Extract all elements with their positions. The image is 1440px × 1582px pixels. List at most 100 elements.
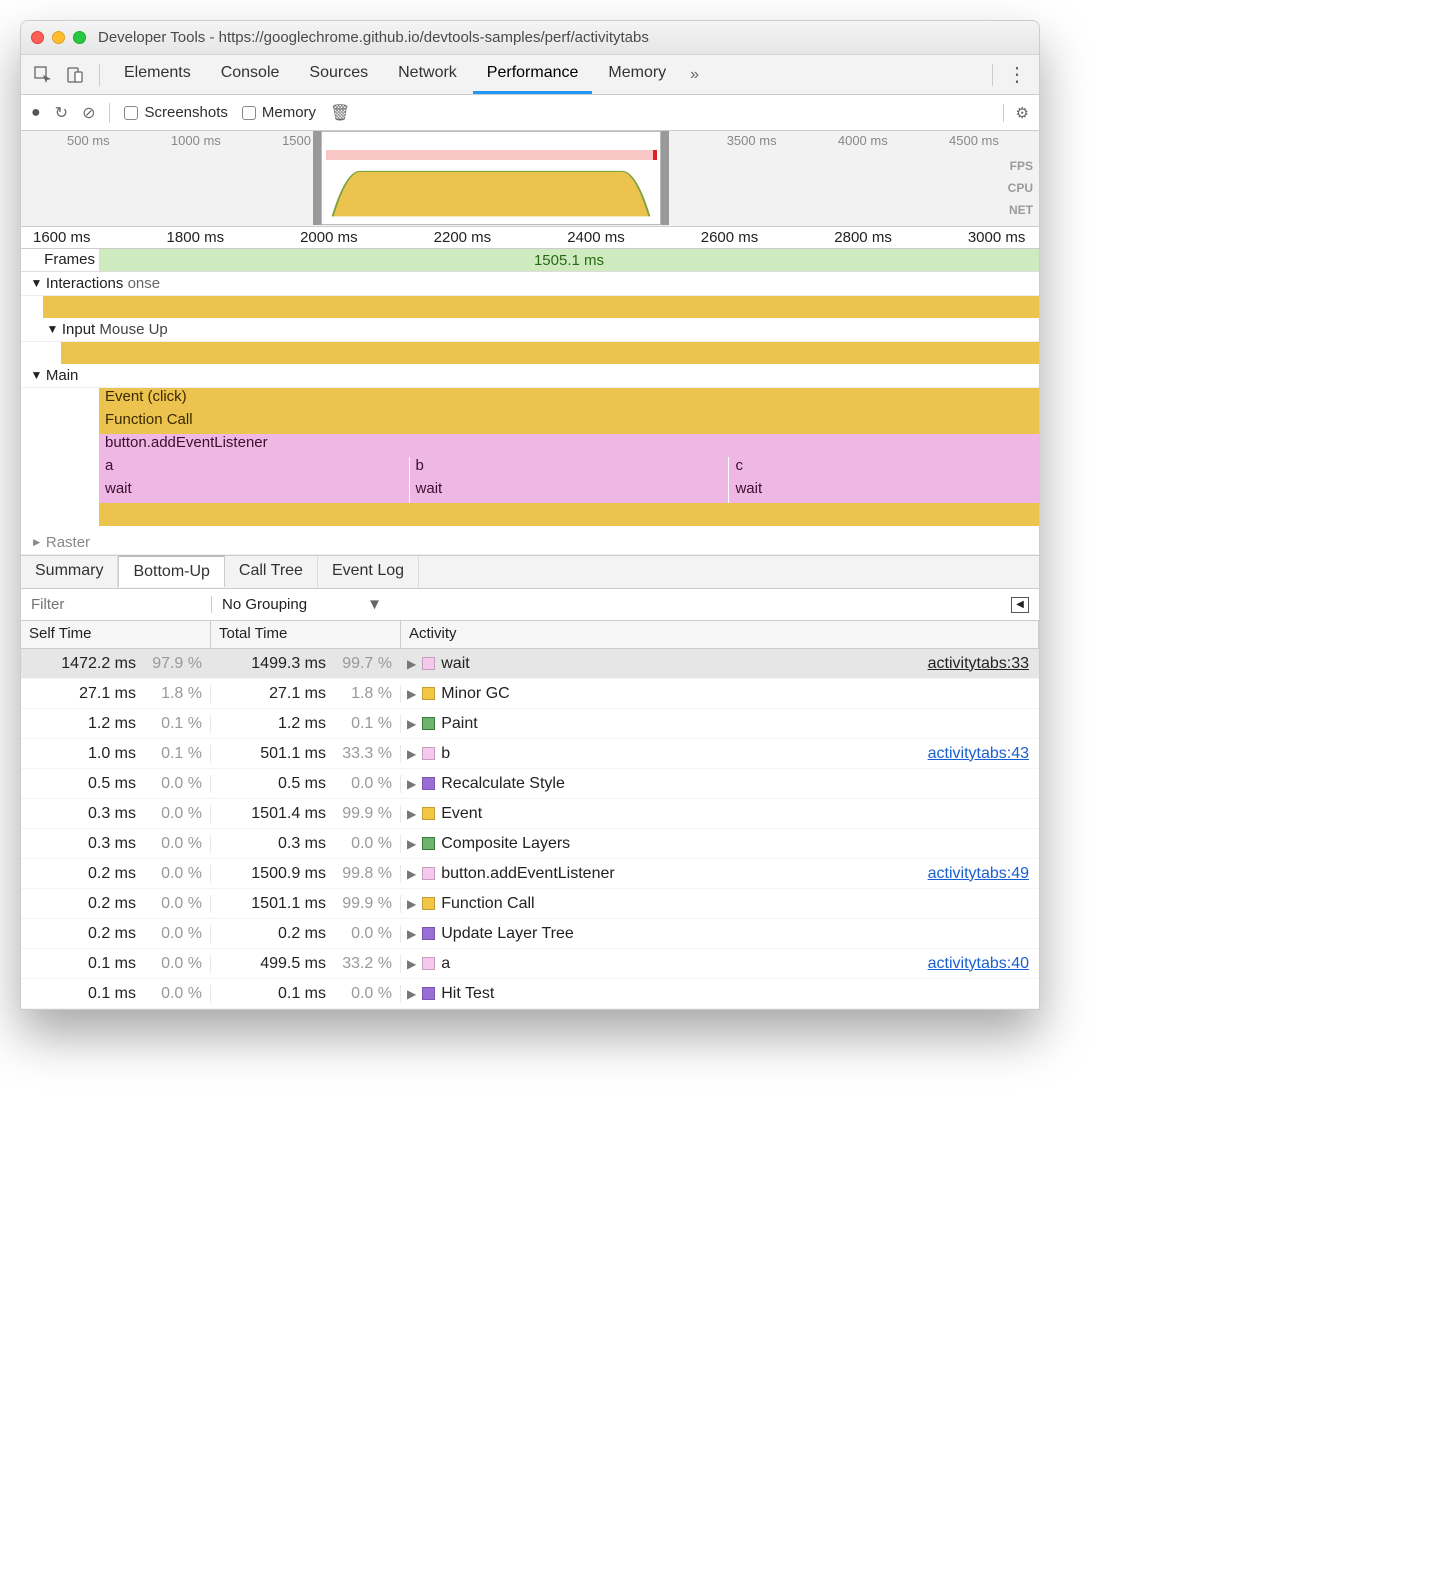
activity-swatch <box>422 777 435 790</box>
gear-icon[interactable]: ⚙ <box>1003 104 1029 122</box>
activity-swatch <box>422 837 435 850</box>
table-row[interactable]: 0.2 ms0.0 %1501.1 ms99.9 %▶Function Call <box>21 889 1039 919</box>
activity-swatch <box>422 867 435 880</box>
overview-handle-right[interactable] <box>661 131 669 225</box>
flame-cell[interactable]: wait <box>410 480 729 503</box>
activity-name: wait <box>441 655 469 673</box>
overflow-icon[interactable]: » <box>684 66 705 84</box>
grouping-select[interactable]: No Grouping▼ <box>211 596 392 613</box>
col-total[interactable]: Total Time <box>211 621 401 648</box>
activity-swatch <box>422 687 435 700</box>
flame-cell[interactable]: button.addEventListener <box>99 434 1039 457</box>
memory-label: Memory <box>262 104 316 121</box>
reload-icon[interactable]: ↻ <box>55 103 68 123</box>
table-row[interactable]: 1472.2 ms97.9 %1499.3 ms99.7 %▶waitactiv… <box>21 649 1039 679</box>
flame-cell[interactable]: a <box>99 457 409 480</box>
inspect-icon[interactable] <box>29 61 57 89</box>
table-header: Self Time Total Time Activity <box>21 621 1039 649</box>
overview-window[interactable] <box>321 131 661 225</box>
activity-name: Update Layer Tree <box>441 925 574 943</box>
memory-checkbox[interactable]: Memory <box>242 104 316 121</box>
activity-swatch <box>422 657 435 670</box>
zoom-icon[interactable] <box>73 31 86 44</box>
main-header[interactable]: ▼Main <box>21 364 1039 388</box>
interaction-bar[interactable] <box>43 296 1039 318</box>
cpu-graph <box>326 166 656 220</box>
activity-swatch <box>422 927 435 940</box>
btab-bottom-up[interactable]: Bottom-Up <box>118 555 224 587</box>
btab-summary[interactable]: Summary <box>21 556 118 588</box>
activity-swatch <box>422 807 435 820</box>
tab-elements[interactable]: Elements <box>110 55 205 94</box>
table-row[interactable]: 0.1 ms0.0 %0.1 ms0.0 %▶Hit Test <box>21 979 1039 1009</box>
tab-memory[interactable]: Memory <box>594 55 680 94</box>
frame-bar[interactable]: 1505.1 ms <box>99 249 1039 271</box>
btab-call-tree[interactable]: Call Tree <box>225 556 318 588</box>
close-icon[interactable] <box>31 31 44 44</box>
device-icon[interactable] <box>61 61 89 89</box>
flame-cell[interactable] <box>99 503 1039 526</box>
titlebar: Developer Tools - https://googlechrome.g… <box>21 21 1039 55</box>
perf-toolbar: ● ↻ ⊘ Screenshots Memory 🗑 ⚙ <box>21 95 1039 131</box>
table-row[interactable]: 0.1 ms0.0 %499.5 ms33.2 %▶aactivitytabs:… <box>21 949 1039 979</box>
table-row[interactable]: 27.1 ms1.8 %27.1 ms1.8 %▶Minor GC <box>21 679 1039 709</box>
raster-header[interactable]: ▼Raster <box>21 526 1039 555</box>
activity-name: Paint <box>441 715 477 733</box>
table-row[interactable]: 0.2 ms0.0 %1500.9 ms99.8 %▶button.addEve… <box>21 859 1039 889</box>
overview-handle-left[interactable] <box>313 131 321 225</box>
activity-swatch <box>422 957 435 970</box>
main-tabbar: ElementsConsoleSourcesNetworkPerformance… <box>21 55 1039 95</box>
source-link[interactable]: activitytabs:49 <box>928 865 1029 883</box>
activity-name: Function Call <box>441 895 534 913</box>
flame-cell[interactable]: wait <box>729 480 1039 503</box>
flame-cell[interactable]: wait <box>99 480 409 503</box>
table-row[interactable]: 0.3 ms0.0 %1501.4 ms99.9 %▶Event <box>21 799 1039 829</box>
collapse-icon[interactable]: ◀ <box>1011 597 1029 613</box>
screenshots-label: Screenshots <box>144 104 227 121</box>
flame-cell[interactable]: Event (click) <box>99 388 1039 411</box>
activity-swatch <box>422 987 435 1000</box>
input-bar[interactable] <box>61 342 1039 364</box>
table-row[interactable]: 1.2 ms0.1 %1.2 ms0.1 %▶Paint <box>21 709 1039 739</box>
activity-name: Composite Layers <box>441 835 570 853</box>
minimize-icon[interactable] <box>52 31 65 44</box>
record-icon[interactable]: ● <box>31 104 41 122</box>
menu-icon[interactable]: ⋮ <box>1003 62 1031 87</box>
traffic-lights <box>31 31 86 44</box>
flame-cell[interactable]: c <box>729 457 1039 480</box>
interactions-header[interactable]: ▼Interactions onse <box>21 272 1039 296</box>
source-link[interactable]: activitytabs:33 <box>928 655 1029 673</box>
screenshots-checkbox[interactable]: Screenshots <box>124 104 227 121</box>
tab-performance[interactable]: Performance <box>473 55 593 94</box>
col-self[interactable]: Self Time <box>21 621 211 648</box>
bottom-tabs: SummaryBottom-UpCall TreeEvent Log <box>21 555 1039 589</box>
window-title: Developer Tools - https://googlechrome.g… <box>98 29 649 46</box>
filter-input[interactable] <box>21 590 211 619</box>
tab-console[interactable]: Console <box>207 55 294 94</box>
table-row[interactable]: 1.0 ms0.1 %501.1 ms33.3 %▶bactivitytabs:… <box>21 739 1039 769</box>
activity-swatch <box>422 717 435 730</box>
source-link[interactable]: activitytabs:40 <box>928 955 1029 973</box>
tab-sources[interactable]: Sources <box>295 55 382 94</box>
btab-event-log[interactable]: Event Log <box>318 556 419 588</box>
table-row[interactable]: 0.5 ms0.0 %0.5 ms0.0 %▶Recalculate Style <box>21 769 1039 799</box>
source-link[interactable]: activitytabs:43 <box>928 745 1029 763</box>
col-activity[interactable]: Activity <box>401 621 1039 648</box>
frames-track: Frames 1505.1 ms <box>21 249 1039 272</box>
input-header[interactable]: ▼Input Mouse Up <box>21 318 1039 342</box>
flame-cell[interactable]: Function Call <box>99 411 1039 434</box>
table-row[interactable]: 0.2 ms0.0 %0.2 ms0.0 %▶Update Layer Tree <box>21 919 1039 949</box>
flame-cell[interactable]: b <box>410 457 729 480</box>
table-row[interactable]: 0.3 ms0.0 %0.3 ms0.0 %▶Composite Layers <box>21 829 1039 859</box>
activity-swatch <box>422 897 435 910</box>
activity-name: a <box>441 955 450 973</box>
activity-name: Event <box>441 805 482 823</box>
timeline-ruler[interactable]: 1600 ms1800 ms2000 ms2200 ms2400 ms2600 … <box>21 227 1039 249</box>
tab-network[interactable]: Network <box>384 55 471 94</box>
overview-pane[interactable]: 500 ms1000 ms1500 ms2000 ms2500 ms3000 m… <box>21 131 1039 227</box>
clear-icon[interactable]: ⊘ <box>82 103 95 123</box>
trash-icon[interactable]: 🗑 <box>330 103 350 123</box>
filter-row: No Grouping▼ ◀ <box>21 589 1039 621</box>
activity-name: button.addEventListener <box>441 865 614 883</box>
flame-chart[interactable]: Event (click)Function Callbutton.addEven… <box>99 388 1039 526</box>
